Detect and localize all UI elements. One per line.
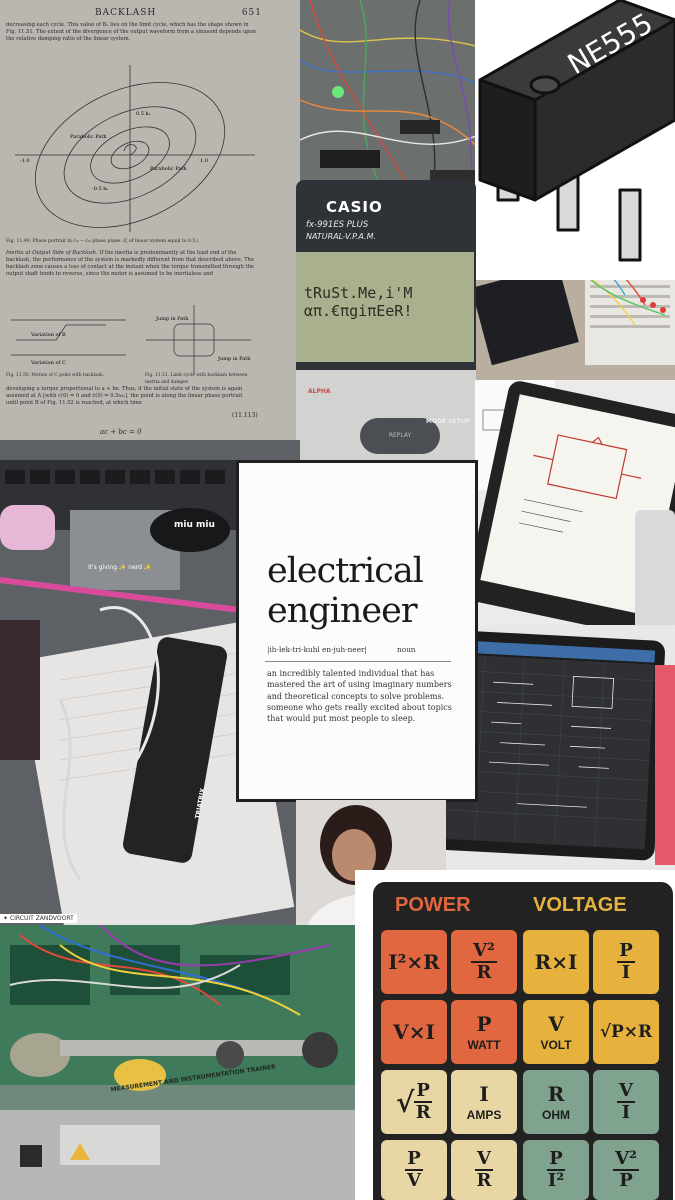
tablet-circuit-graphic [475, 380, 675, 630]
book-intro-paragraph: decreasing each cycle. This value of Bₙ … [6, 22, 256, 42]
cell-v-over-r: VR [451, 1140, 517, 1200]
calculator-alpha-key-label: ALPHA [308, 388, 331, 395]
fig2-label-jump-2: Jump in Path [217, 356, 251, 362]
book-caption-1: Fig. 11.49. Phase portrait in cₘ − ċₘ ph… [6, 239, 199, 244]
backlash-motion-figure: Variation of B Variation of C Jump in Pa… [11, 305, 251, 374]
definition-text: an incredibly talented individual that h… [267, 669, 452, 724]
cell-i2r: I²×R [381, 930, 447, 994]
cell-i-amps: I AMPS [451, 1070, 517, 1134]
circuit-zandvoort-tag: ✦ CIRCUIT ZANDVOORT [0, 914, 77, 923]
calculator-subtitle: NATURAL-V.P.A.M. [306, 232, 377, 241]
cell-p-over-i: PI [593, 930, 659, 994]
cell-v-over-i: VI [593, 1070, 659, 1134]
book-caption-3: Fig. 11.51. Limit cycle with backlash be… [145, 373, 248, 385]
casio-calculator-photo: CASIO fx-991ES PLUS NATURAL-V.P.A.M. tRu… [296, 180, 476, 460]
fig-label-neg: -0.5 kₑ [92, 186, 108, 192]
wire-bundle-graphic [300, 0, 490, 205]
phase-portrait-figure: Parabolic Path Parabolic Path 0.5 kₑ -0.… [15, 65, 255, 232]
calculator-model: fx-991ES PLUS [306, 220, 369, 230]
definition-word-line-1: electrical [267, 551, 424, 591]
cell-v2-over-r: V² R [451, 930, 517, 994]
ne555-chip-sticker: NE555 [478, 0, 675, 262]
cell-sqrt-pr: √P×R [593, 1000, 659, 1064]
definition-part-of-speech: noun [397, 645, 416, 654]
trainer-graphic [0, 925, 360, 1200]
fig-label-pos: 0.5 kₑ [136, 111, 151, 117]
calculator-mode-key-label: MODE SETUP [426, 418, 471, 425]
fig2-label-jump-1: Jump in Path [155, 316, 189, 322]
cell-p-over-i2: P I² [523, 1140, 589, 1200]
instrumentation-trainer-photo: MEASUREMENT AND INSTRUMENTATION TRAINER [0, 925, 360, 1200]
fig2-label-c: Variation of C [30, 360, 66, 366]
desk-story-caption: it's giving ✨ nerd ✨ [88, 564, 152, 571]
cell-v2-over-p: V² P [593, 1140, 659, 1200]
definition-pronunciation: |ih-lek-tri-kuhl en-juh-neer| [267, 645, 367, 654]
cell-r-ohm: R OHM [523, 1070, 589, 1134]
book-header-title: BACKLASH [95, 8, 157, 18]
lcd-line-1: tRuSt.Me,i'M [304, 284, 413, 302]
tablet-circuit-sketch-photo [475, 380, 675, 630]
definition-divider [265, 661, 451, 662]
cell-r-times-i: R×I [523, 930, 589, 994]
calculator-brand: CASIO [326, 198, 383, 216]
case-brand-text: miu miu [174, 520, 215, 530]
header-voltage: VOLTAGE [533, 894, 627, 916]
formula-table: POWER VOLTAGE I²×R V² R R×I PI V×I P WATT … [373, 882, 673, 1200]
fig-label-right: 1.0 [200, 158, 208, 164]
cell-p-over-v: PV [381, 1140, 447, 1200]
power-voltage-sticker: POWER VOLTAGE I²×R V² R R×I PI V×I P WATT … [355, 870, 675, 1200]
book-body-paragraph: developing a torque proportional to a + … [6, 386, 243, 406]
cell-sqrt-p-over-r: √ P R [381, 1070, 447, 1134]
header-power: POWER [395, 894, 471, 916]
lcd-line-2: απ.€πgiπEeR! [304, 302, 413, 320]
book-equation-number: (11.113) [232, 412, 258, 419]
textbook-page-photo: BACKLASH 651 decreasing each cycle. This… [0, 0, 300, 445]
book-page-number: 651 [241, 8, 262, 18]
breadboard-wires-photo [300, 0, 490, 205]
cell-p-watt: P WATT [451, 1000, 517, 1064]
calculator-lcd-screen: tRuSt.Me,i'M απ.€πgiπEeR! [296, 252, 474, 362]
definition-card: electrical engineer |ih-lek-tri-kuhl en-… [236, 460, 478, 802]
book-caption-2: Fig. 11.50. Motion of C point with backl… [6, 373, 105, 378]
cell-v-times-i: V×I [381, 1000, 447, 1064]
fig2-label-b: Variation of B [30, 332, 66, 338]
fig-label-left: -1.0 [20, 158, 30, 164]
book-equation: ac + bc = 0 [100, 428, 142, 436]
fig-label-parabolic-2: Parabolic Path [150, 166, 187, 172]
cell-v-volt: V VOLT [523, 1000, 589, 1064]
fig-label-parabolic-1: Parabolic Path [70, 134, 107, 140]
book-section: Inertia at Output Side of Backlash. If t… [6, 250, 255, 277]
definition-word-line-2: engineer [267, 591, 418, 631]
